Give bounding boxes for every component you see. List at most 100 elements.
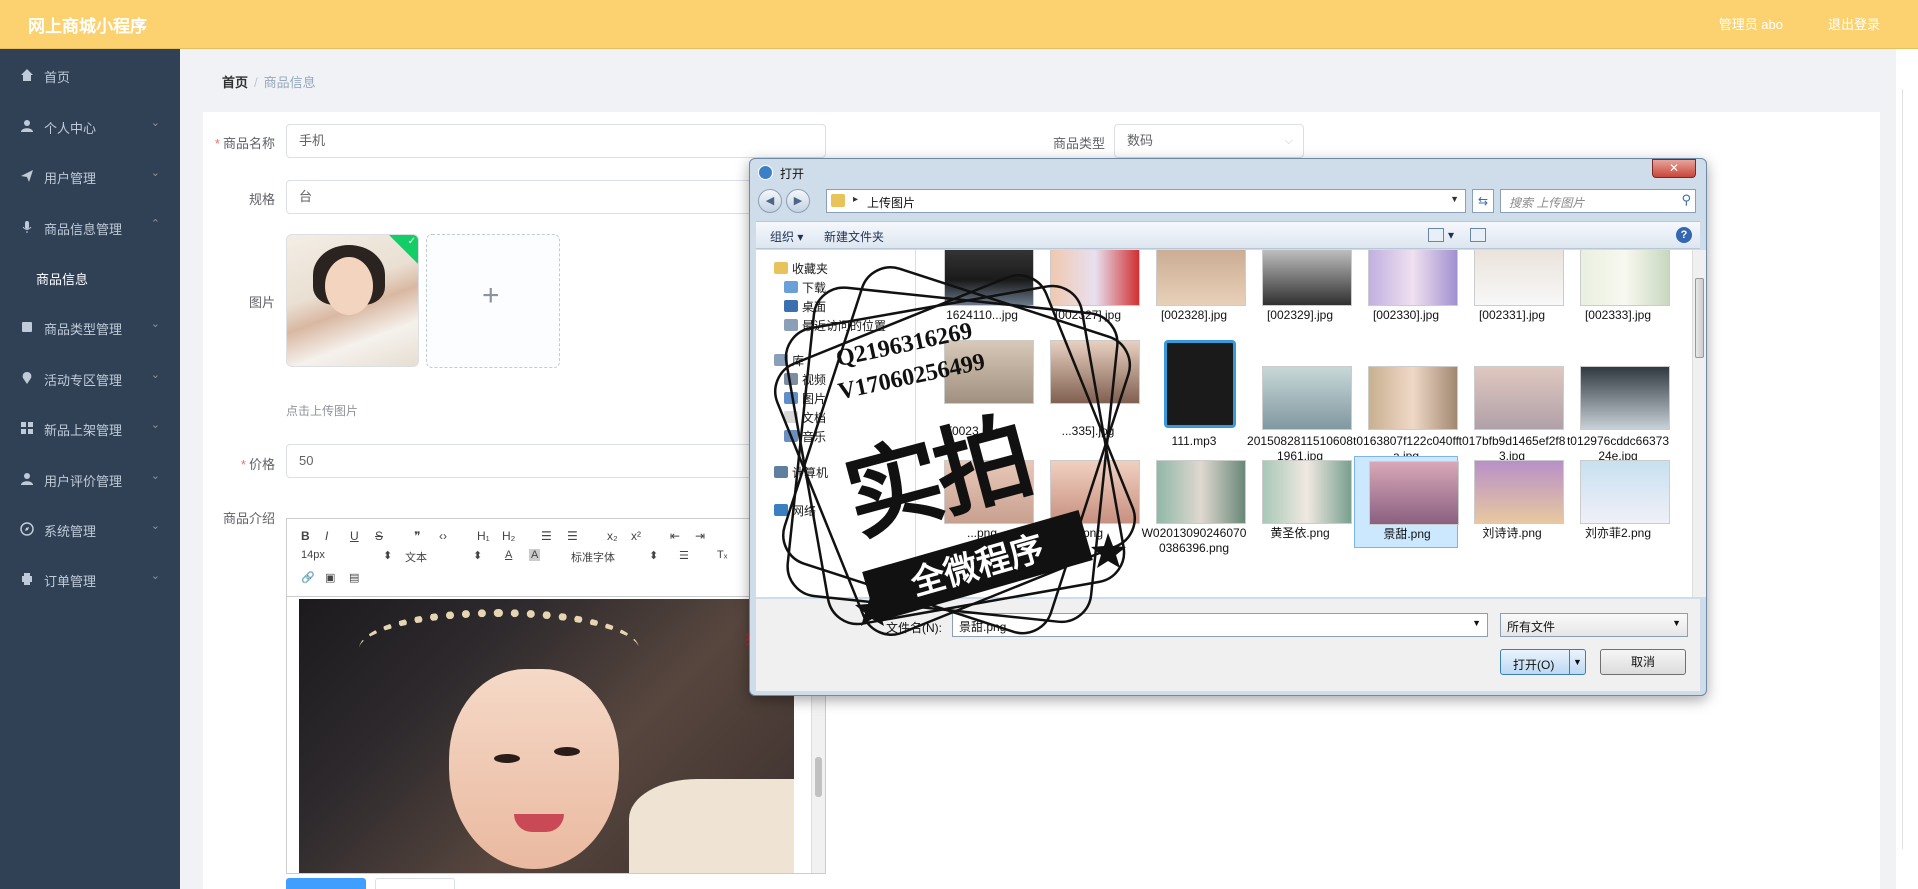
code-button[interactable]: ‹› — [439, 529, 447, 543]
file-item[interactable]: 20150828115106081961.jpg — [1247, 340, 1353, 463]
file-item[interactable]: [002330].jpg — [1354, 250, 1458, 352]
file-item[interactable]: [002327].jpg — [1036, 250, 1140, 352]
logout-link[interactable]: 退出登录 — [1828, 14, 1880, 33]
view-icon[interactable] — [1428, 228, 1444, 242]
clear-format-button[interactable]: Tₓ — [717, 549, 727, 561]
file-item[interactable]: [002333].jpg — [1566, 250, 1670, 352]
file-list-scrollbar[interactable] — [1692, 250, 1706, 597]
product-name-input[interactable]: 手机 — [286, 124, 826, 158]
superscript-button[interactable]: x² — [631, 529, 641, 543]
image-icon[interactable]: ▣ — [325, 571, 335, 584]
outdent-button[interactable]: ⇤ — [670, 529, 680, 543]
file-item[interactable]: ...png — [1036, 460, 1140, 570]
nav-item-documents[interactable]: 文档 — [802, 409, 826, 426]
scrollbar-thumb[interactable] — [815, 757, 822, 797]
sidebar-item-product-info[interactable]: 商品信息 — [0, 265, 180, 289]
chevron-down-icon[interactable]: ▼ — [1472, 618, 1481, 628]
file-item[interactable]: 刘诗诗.png — [1460, 460, 1564, 570]
organize-button[interactable]: 组织 ▾ — [770, 228, 803, 245]
font-family-select[interactable]: 标准字体 — [571, 549, 615, 565]
open-button[interactable]: 打开(O) ▼ — [1500, 649, 1586, 675]
file-item[interactable]: 111.mp3 — [1142, 340, 1246, 450]
bullet-list-button[interactable]: ☰ — [567, 529, 578, 543]
sidebar-item-users[interactable]: 用户管理 ⌄ — [0, 164, 180, 188]
address-bar[interactable]: ▸ 上传图片 ▼ — [826, 189, 1466, 213]
uploaded-image-thumbnail[interactable]: ✓ — [286, 234, 419, 367]
nav-item-network[interactable]: 网络 — [792, 502, 816, 519]
rich-text-editor[interactable]: B I U S ❞ ‹› H₁ H₂ ☰ ☰ x₂ x² ⇤ ⇥ 14px ⬍ … — [286, 518, 826, 874]
align-icon[interactable]: ☰ — [679, 549, 689, 562]
breadcrumb-home[interactable]: 首页 — [222, 75, 248, 90]
sidebar-item-profile[interactable]: 个人中心 ⌄ — [0, 114, 180, 138]
file-item[interactable]: W020130902460700386396.png — [1142, 460, 1246, 570]
sidebar-item-orders[interactable]: 订单管理 ⌄ — [0, 567, 180, 591]
blockquote-button[interactable]: ❞ — [414, 529, 420, 543]
sidebar-item-new-arrivals[interactable]: 新品上架管理 ⌄ — [0, 416, 180, 440]
nav-item-recent[interactable]: 最近访问的位置 — [802, 317, 886, 334]
subscript-button[interactable]: x₂ — [607, 529, 618, 543]
indent-button[interactable]: ⇥ — [695, 529, 705, 543]
sidebar-item-product-info-mgmt[interactable]: 商品信息管理 ⌃ — [0, 215, 180, 239]
page-scrollbar[interactable] — [1896, 49, 1918, 889]
nav-item-computer[interactable]: 计算机 — [792, 464, 828, 481]
file-item[interactable]: [002329].jpg — [1248, 250, 1352, 352]
chevron-down-icon[interactable]: ▼ — [1569, 650, 1585, 674]
font-color-icon[interactable]: A — [505, 549, 512, 561]
file-item[interactable]: t017bfb9d1465ef2f83.jpg — [1459, 340, 1565, 463]
file-item[interactable]: [002328].jpg — [1142, 250, 1246, 352]
file-item-selected[interactable]: 景甜.png — [1354, 456, 1459, 548]
nav-item-music[interactable]: 音乐 — [802, 428, 826, 445]
sidebar-item-home[interactable]: 首页 — [0, 63, 180, 87]
file-item[interactable]: t0163807f122c040ffa.jpg — [1353, 340, 1459, 463]
nav-item-pictures[interactable]: 图片 — [802, 390, 826, 407]
chevron-down-icon[interactable]: ▼ — [1450, 194, 1459, 204]
close-icon[interactable]: ✕ — [1652, 159, 1696, 178]
file-item[interactable]: [0023...].png — [930, 340, 1034, 450]
nav-item-downloads[interactable]: 下载 — [802, 279, 826, 296]
filetype-select[interactable]: 所有文件 ▼ — [1500, 613, 1688, 637]
nav-item-library[interactable]: 库 — [792, 352, 804, 369]
bg-color-icon[interactable]: A — [529, 549, 541, 561]
italic-button[interactable]: I — [325, 529, 328, 543]
file-item[interactable]: [002331].jpg — [1460, 250, 1564, 352]
bold-button[interactable]: B — [301, 529, 310, 543]
text-style-select[interactable]: 文本 — [405, 549, 427, 565]
refresh-icon[interactable]: ⇆ — [1472, 189, 1494, 213]
cancel-button[interactable]: 取消 — [1600, 649, 1686, 675]
sidebar-item-product-type[interactable]: 商品类型管理 ⌄ — [0, 315, 180, 339]
image-upload-button[interactable]: + — [426, 234, 560, 368]
ordered-list-button[interactable]: ☰ — [541, 529, 552, 543]
sidebar-item-system[interactable]: 系统管理 ⌄ — [0, 517, 180, 541]
cancel-form-button[interactable] — [375, 878, 455, 889]
sidebar-item-reviews[interactable]: 用户评价管理 ⌄ — [0, 467, 180, 491]
h2-button[interactable]: H₂ — [502, 529, 515, 543]
file-item[interactable]: ...335].jpg — [1036, 340, 1140, 450]
back-icon[interactable]: ◀ — [758, 189, 782, 213]
search-input[interactable]: 搜索 上传图片 ⚲ — [1500, 189, 1696, 213]
submit-button[interactable] — [286, 878, 366, 889]
file-item[interactable]: 黄圣依.png — [1248, 460, 1352, 570]
nav-item-favorites[interactable]: 收藏夹 — [792, 260, 828, 277]
file-item[interactable]: 刘亦菲2.png — [1566, 460, 1670, 570]
h1-button[interactable]: H₁ — [477, 529, 490, 543]
underline-button[interactable]: U — [350, 529, 359, 543]
forward-icon[interactable]: ▶ — [786, 189, 810, 213]
chevron-down-icon[interactable]: ▾ — [1448, 228, 1454, 242]
filename-input[interactable]: 景甜.png ▼ — [952, 613, 1488, 637]
scrollbar-thumb[interactable] — [1695, 278, 1704, 358]
strike-button[interactable]: S — [375, 529, 383, 543]
product-type-select[interactable]: 数码 ⌵ — [1114, 124, 1304, 158]
file-item[interactable]: t012976cddc6637324e.jpg — [1566, 340, 1670, 463]
price-input[interactable]: 50 — [286, 444, 826, 478]
file-item[interactable]: 1624110...jpg — [930, 250, 1034, 352]
nav-item-desktop[interactable]: 桌面 — [802, 298, 826, 315]
preview-pane-icon[interactable] — [1470, 228, 1486, 242]
font-size-select[interactable]: 14px — [301, 549, 325, 561]
link-icon[interactable]: 🔗 — [301, 571, 315, 584]
spec-input[interactable]: 台 — [286, 180, 826, 214]
file-item[interactable]: ...png — [930, 460, 1034, 570]
nav-item-videos[interactable]: 视频 — [802, 371, 826, 388]
video-icon[interactable]: ▤ — [349, 571, 359, 584]
help-icon[interactable]: ? — [1676, 227, 1692, 243]
new-folder-button[interactable]: 新建文件夹 — [824, 228, 884, 245]
